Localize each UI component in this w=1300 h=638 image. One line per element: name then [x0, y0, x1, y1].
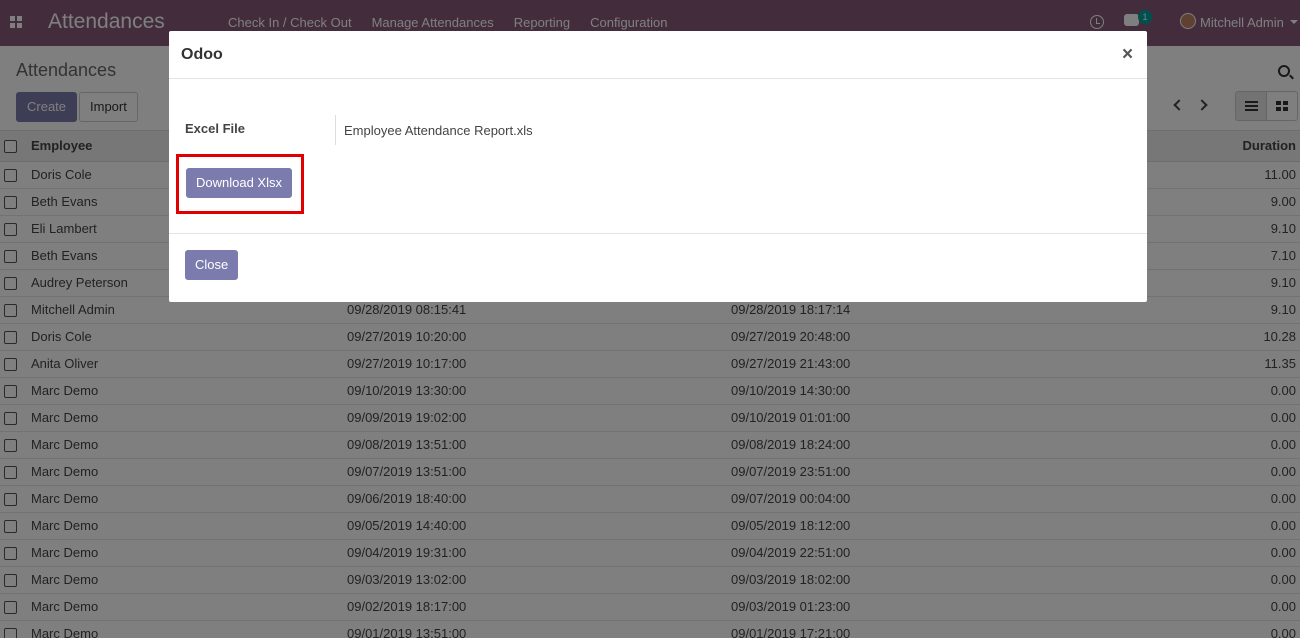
close-icon[interactable]: ×: [1122, 44, 1133, 66]
excel-file-value: Employee Attendance Report.xls: [344, 123, 533, 138]
export-dialog: Odoo × Excel File Employee Attendance Re…: [169, 31, 1147, 302]
close-button[interactable]: Close: [185, 250, 239, 280]
dialog-header: Odoo ×: [169, 31, 1147, 79]
download-xlsx-button[interactable]: Download Xlsx: [186, 168, 292, 198]
field-divider: [335, 115, 336, 145]
dialog-title: Odoo: [181, 46, 223, 63]
excel-file-label: Excel File: [185, 121, 245, 136]
dialog-footer: Close: [169, 233, 1147, 302]
